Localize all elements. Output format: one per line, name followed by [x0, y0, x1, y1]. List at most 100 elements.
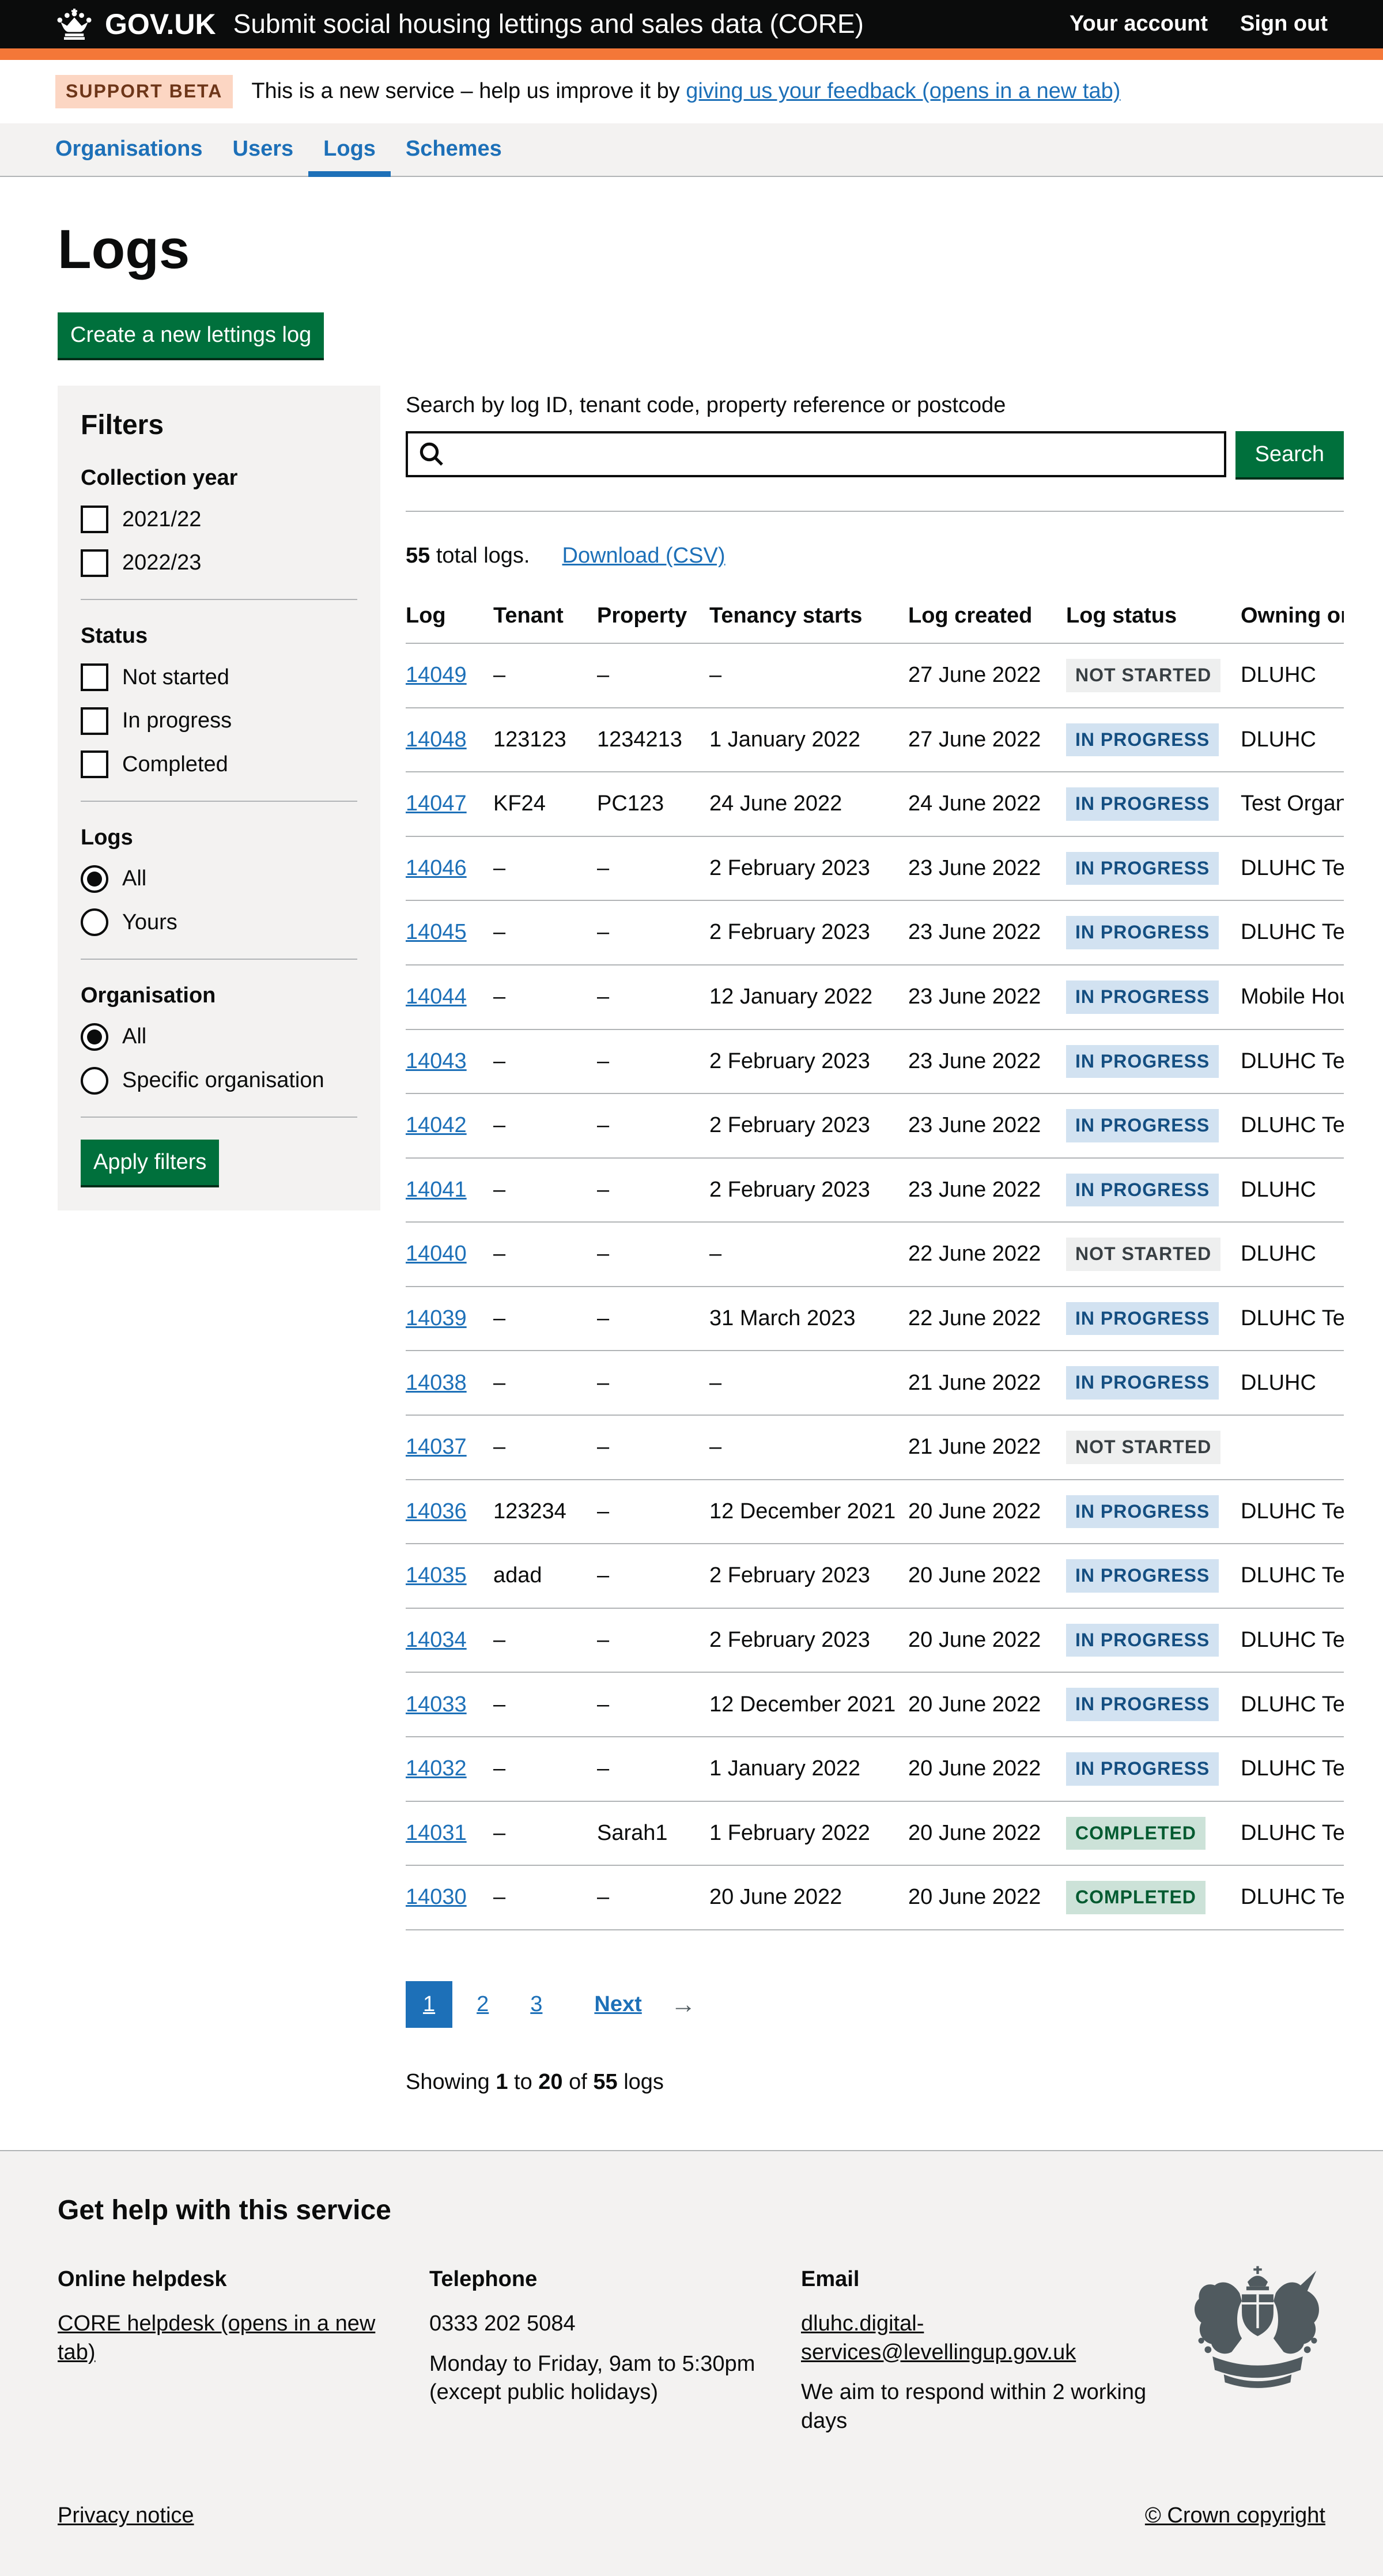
log-id-link[interactable]: 14041 — [406, 1178, 467, 1202]
log-id-link[interactable]: 14037 — [406, 1435, 467, 1459]
log-created-cell: 20 June 2022 — [908, 1480, 1066, 1544]
email-heading: Email — [801, 2265, 1167, 2294]
showing-summary: Showing 1 to 20 of 55 logs — [406, 2068, 1344, 2096]
search-button[interactable]: Search — [1235, 431, 1344, 477]
feedback-link[interactable]: giving us your feedback (opens in a new … — [686, 79, 1120, 103]
log-created-cell: 20 June 2022 — [908, 1672, 1066, 1737]
email-link[interactable]: dluhc.digital-services@levellingup.gov.u… — [801, 2311, 1076, 2364]
log-id-link[interactable]: 14038 — [406, 1371, 467, 1395]
govuk-header: GOV.UK Submit social housing lettings an… — [0, 0, 1383, 60]
tab-logs[interactable]: Logs — [308, 123, 391, 177]
search-icon — [417, 440, 445, 475]
log-id-link[interactable]: 14031 — [406, 1821, 467, 1845]
filter-divider — [81, 599, 357, 600]
table-row: 14041 – – 2 February 2023 23 June 2022 I… — [406, 1158, 1344, 1223]
log-id-link[interactable]: 14042 — [406, 1113, 467, 1137]
footer-online-helpdesk: Online helpdesk CORE helpdesk (opens in … — [58, 2265, 429, 2378]
log-id-link[interactable]: 14049 — [406, 663, 467, 687]
log-id-link[interactable]: 14032 — [406, 1756, 467, 1781]
tenancy-starts-cell: – — [709, 643, 908, 708]
owning-organisation-cell: DLUHC Tes — [1241, 1093, 1344, 1158]
pagination-next-link[interactable]: Next — [577, 1981, 659, 2028]
tenant-cell: – — [493, 836, 597, 901]
download-csv-link[interactable]: Download (CSV) — [562, 544, 725, 568]
log-id-link[interactable]: 14045 — [406, 920, 467, 944]
log-id-link[interactable]: 14040 — [406, 1242, 467, 1266]
col-header-property: Property — [597, 594, 709, 643]
log-id-link[interactable]: 14046 — [406, 856, 467, 880]
phase-banner-text: This is a new service – help us improve … — [251, 77, 1120, 105]
footer-email: Email dluhc.digital-services@levellingup… — [801, 2265, 1190, 2447]
col-header-tenancy-starts: Tenancy starts — [709, 594, 908, 643]
telephone-heading: Telephone — [429, 2265, 778, 2294]
log-created-cell: 24 June 2022 — [908, 772, 1066, 836]
log-id-link[interactable]: 14048 — [406, 727, 467, 752]
radio-organisation-specific[interactable] — [81, 1067, 108, 1095]
right-arrow-icon: → — [671, 1988, 696, 2021]
results-divider — [406, 511, 1344, 512]
status-badge: IN PROGRESS — [1066, 1174, 1219, 1207]
service-name-link[interactable]: Submit social housing lettings and sales… — [233, 7, 864, 42]
apply-filters-button[interactable]: Apply filters — [81, 1140, 219, 1185]
crown-copyright-link[interactable]: © Crown copyright — [1145, 2502, 1325, 2530]
phase-banner: SUPPORT BETA This is a new service – hel… — [0, 60, 1383, 123]
filter-divider — [81, 959, 357, 960]
table-row: 14048 123123 1234213 1 January 2022 27 J… — [406, 708, 1344, 772]
pagination-page-2[interactable]: 2 — [459, 1981, 506, 2028]
pagination-page-3[interactable]: 3 — [513, 1981, 560, 2028]
checkbox-not-started[interactable] — [81, 663, 108, 691]
logs-legend: Logs — [81, 824, 357, 852]
log-id-link[interactable]: 14030 — [406, 1885, 467, 1909]
table-row: 14038 – – – 21 June 2022 IN PROGRESS DLU… — [406, 1351, 1344, 1415]
log-id-link[interactable]: 14039 — [406, 1306, 467, 1330]
checkbox-completed[interactable] — [81, 750, 108, 778]
status-badge: COMPLETED — [1066, 1881, 1206, 1914]
telephone-hours-line1: Monday to Friday, 9am to 5:30pm — [429, 2352, 755, 2376]
owning-organisation-cell: DLUHC Tes — [1241, 1287, 1344, 1351]
radio-label: Specific organisation — [122, 1066, 324, 1095]
checkbox-2021-22[interactable] — [81, 506, 108, 533]
checkbox-2022-23[interactable] — [81, 549, 108, 577]
log-id-link[interactable]: 14043 — [406, 1049, 467, 1073]
log-created-cell: 23 June 2022 — [908, 1158, 1066, 1223]
results-column: Search by log ID, tenant code, property … — [406, 386, 1344, 2097]
create-lettings-log-button[interactable]: Create a new lettings log — [58, 312, 324, 358]
primary-navigation: Organisations Users Logs Schemes — [0, 123, 1383, 177]
govuk-logo-link[interactable]: GOV.UK — [55, 6, 216, 43]
tab-organisations[interactable]: Organisations — [40, 123, 218, 177]
log-id-link[interactable]: 14035 — [406, 1563, 467, 1587]
total-logs-text: total logs. — [430, 544, 530, 568]
email-note: We aim to respond within 2 working days — [801, 2378, 1167, 2435]
tenancy-starts-cell: – — [709, 1351, 908, 1415]
online-helpdesk-heading: Online helpdesk — [58, 2265, 406, 2294]
search-input[interactable] — [406, 431, 1226, 477]
pagination: 1 2 3 Next → — [406, 1981, 1344, 2028]
table-row: 14043 – – 2 February 2023 23 June 2022 I… — [406, 1029, 1344, 1094]
log-created-cell: 22 June 2022 — [908, 1287, 1066, 1351]
logs-table-container: Log Tenant Property Tenancy starts Log c… — [406, 594, 1344, 1930]
log-id-link[interactable]: 14047 — [406, 791, 467, 816]
property-cell: – — [597, 1672, 709, 1737]
radio-organisation-all[interactable] — [81, 1023, 108, 1051]
log-id-link[interactable]: 14044 — [406, 985, 467, 1009]
core-helpdesk-link[interactable]: CORE helpdesk (opens in a new tab) — [58, 2311, 375, 2364]
radio-logs-all[interactable] — [81, 865, 108, 893]
log-id-link[interactable]: 14033 — [406, 1692, 467, 1717]
your-account-link[interactable]: Your account — [1070, 10, 1208, 38]
owning-organisation-cell: DLUHC Tes — [1241, 1672, 1344, 1737]
property-cell: – — [597, 1415, 709, 1480]
radio-logs-yours[interactable] — [81, 908, 108, 936]
tab-users[interactable]: Users — [218, 123, 309, 177]
pagination-page-1[interactable]: 1 — [406, 1981, 452, 2028]
crown-icon — [55, 9, 93, 40]
privacy-notice-link[interactable]: Privacy notice — [58, 2502, 194, 2530]
sign-out-link[interactable]: Sign out — [1240, 10, 1328, 38]
checkbox-in-progress[interactable] — [81, 707, 108, 735]
phase-banner-text-before: This is a new service – help us improve … — [251, 79, 686, 103]
status-badge: IN PROGRESS — [1066, 1752, 1219, 1786]
log-id-link[interactable]: 14036 — [406, 1499, 467, 1523]
property-cell: – — [597, 1287, 709, 1351]
tab-schemes[interactable]: Schemes — [391, 123, 517, 177]
log-created-cell: 23 June 2022 — [908, 1093, 1066, 1158]
log-id-link[interactable]: 14034 — [406, 1628, 467, 1652]
